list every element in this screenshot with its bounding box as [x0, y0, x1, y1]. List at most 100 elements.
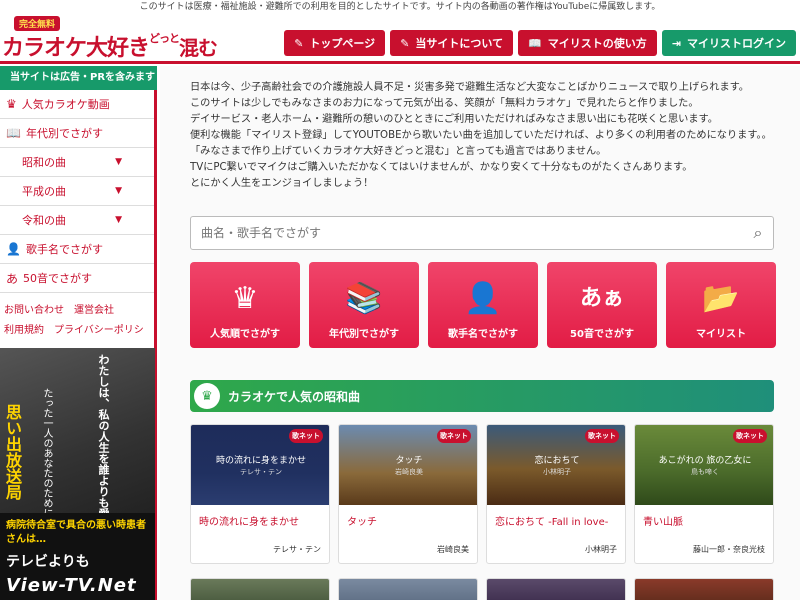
sidebar-item-by-artist[interactable]: 👤 歌手名でさがす	[0, 235, 154, 264]
category-label: 50音でさがす	[570, 329, 634, 340]
category-label: 年代別でさがす	[329, 329, 399, 340]
video-thumbnail[interactable]	[190, 578, 330, 600]
video-thumbnail[interactable]	[486, 578, 626, 600]
book-icon: 📖	[528, 36, 542, 50]
chevron-down-icon: ▼	[115, 157, 122, 167]
intro-line: 便利な機能「マイリスト登録」してYOUTOBEから歌いたい曲を追加していただけれ…	[190, 130, 772, 141]
nav-label: トップページ	[309, 37, 376, 50]
video-thumbnail[interactable]: 歌ネット あこがれの 旅の乙女に 鳥も啼く	[635, 425, 773, 505]
intro-line: 「みなさまで作り上げていくカラオケ大好きどっと混む」と言っても過言ではありません…	[190, 146, 607, 157]
song-title[interactable]: 青い山脈	[643, 513, 683, 528]
video-thumbnail[interactable]	[338, 578, 478, 600]
nav-mylist-howto-button[interactable]: 📖 マイリストの使い方	[518, 30, 657, 56]
sidebar-item-label: 歌手名でさがす	[25, 243, 103, 256]
intro-line: デイサービス・老人ホーム・避難所の憩いのひとときにご利用いただければみなさま思い…	[190, 114, 718, 125]
sidebar-item-by-kana[interactable]: あ 50音でさがす	[0, 264, 154, 293]
chevron-down-icon: ▼	[115, 186, 122, 196]
search-box: ⌕	[190, 216, 774, 250]
sidebar-item-heisei[interactable]: 平成の曲 ▼	[0, 177, 154, 206]
search-icon[interactable]: ⌕	[743, 223, 773, 243]
sidebar-item-showa[interactable]: 昭和の曲 ▼	[0, 148, 154, 177]
company-link[interactable]: 運営会社	[74, 305, 114, 316]
category-mylist-button[interactable]: 📂 マイリスト	[666, 262, 776, 348]
sidebar-item-label: 令和の曲	[22, 214, 66, 227]
category-popular-button[interactable]: ♛ 人気順でさがす	[190, 262, 300, 348]
video-thumbnail[interactable]	[634, 578, 774, 600]
section-title: カラオケで人気の昭和曲	[228, 389, 361, 404]
sidebar-item-label: 年代別でさがす	[25, 127, 103, 140]
pen-icon: ✎	[294, 36, 304, 50]
song-title[interactable]: 時の流れに身をまかせ	[199, 513, 299, 528]
thumb-caption: 恋におちて	[534, 456, 580, 466]
crown-icon: ♛	[231, 281, 259, 316]
video-thumbnail[interactable]: 歌ネット タッチ 岩崎良美	[339, 425, 477, 505]
thumb-logo: 歌ネット	[437, 429, 471, 443]
intro-line: TVにPC繋いでマイクはご購入いただかなくてはいけませんが、かなり安くて十分なも…	[190, 162, 693, 173]
song-artist: 小林明子	[585, 545, 617, 554]
nav-mylist-login-button[interactable]: ⇥ マイリストログイン	[661, 30, 796, 56]
logo-badge: 完全無料	[14, 16, 61, 31]
header: 完全無料 カラオケ大好きどっと混む ✎ トップページ ✎ 当サイトについて 📖 マイリ…	[0, 14, 800, 64]
song-title[interactable]: 恋におちて -Fall in love-	[495, 513, 608, 528]
video-thumbnail[interactable]: 歌ネット 恋におちて 小林明子	[487, 425, 625, 505]
category-label: 人気順でさがす	[210, 329, 280, 340]
ad-disclosure: 当サイトは広告・PRを含みます	[0, 66, 157, 90]
nav-about-button[interactable]: ✎ 当サイトについて	[390, 30, 514, 56]
ad-title: 思い出放送局	[3, 404, 22, 500]
category-era-button[interactable]: 📚 年代別でさがす	[309, 262, 419, 348]
kana-icon: あ	[6, 271, 19, 286]
song-card[interactable]: 歌ネット 恋におちて 小林明子 恋におちて -Fall in love- 小林明…	[486, 424, 626, 564]
song-title[interactable]: タッチ	[347, 513, 377, 528]
terms-link[interactable]: 利用規約	[4, 325, 44, 336]
song-artist: 岩崎良美	[437, 545, 469, 554]
category-kana-button[interactable]: あぁ 50音でさがす	[547, 262, 657, 348]
category-artist-button[interactable]: 👤 歌手名でさがす	[428, 262, 538, 348]
sidebar-item-popular[interactable]: ♛ 人気カラオケ動画	[0, 90, 154, 119]
crown-icon: ♛	[6, 97, 17, 111]
song-card[interactable]: 歌ネット 時の流れに身をまかせ テレサ・テン 時の流れに身をまかせ テレサ・テン	[190, 424, 330, 564]
song-cards: 歌ネット 時の流れに身をまかせ テレサ・テン 時の流れに身をまかせ テレサ・テン…	[190, 424, 774, 564]
ad-headline: テレビよりも	[6, 554, 90, 570]
top-nav: ✎ トップページ ✎ 当サイトについて 📖 マイリストの使い方 ⇥ マイリストログイン	[284, 30, 796, 56]
site-notice: このサイトは医療・福祉施設・避難所での利用を目的としたサイトです。サイト内の各動…	[139, 2, 661, 12]
song-cards-next-row	[190, 578, 774, 600]
intro-line: このサイトは少しでもみなさまのお力になって元気が出る、笑顔が「無料カラオケ」で見…	[190, 98, 699, 109]
thumb-caption: タッチ	[395, 456, 423, 466]
song-card[interactable]: 歌ネット タッチ 岩崎良美 タッチ 岩崎良美	[338, 424, 478, 564]
chevron-down-icon: ▼	[115, 215, 122, 225]
thumb-caption: あこがれの 旅の乙女に	[658, 456, 752, 466]
thumb-logo: 歌ネット	[289, 429, 323, 443]
site-logo[interactable]: 完全無料 カラオケ大好きどっと混む	[2, 16, 218, 61]
person-icon: 👤	[6, 242, 21, 256]
logo-text: カラオケ大好きどっと混む	[2, 30, 218, 62]
kana-icon: あぁ	[579, 286, 624, 311]
song-artist: 藤山一郎・奈良光枝	[693, 545, 765, 554]
search-input[interactable]	[191, 218, 743, 248]
sidebar: 当サイトは広告・PRを含みます ♛ 人気カラオケ動画 📖 年代別でさがす 昭和の曲 ▼…	[0, 66, 157, 600]
sidebar-item-label: 昭和の曲	[22, 156, 66, 169]
intro-line: とにかく人生をエンジョイしましょう！	[190, 178, 374, 189]
contact-link[interactable]: お問い合わせ	[4, 305, 64, 316]
nav-label: 当サイトについて	[415, 37, 504, 50]
category-label: 歌手名でさがす	[448, 329, 518, 340]
ad-bottom: 病院待合室で具合の悪い時患者さんは… テレビよりも View-TV.Net	[0, 513, 155, 600]
logo-sub-text: どっと	[149, 32, 180, 45]
sidebar-ad-banner[interactable]: わたしは、私の人生を誰よりも愛している たった一人のあなたのために 思い出放送局…	[0, 348, 155, 600]
song-card[interactable]: 歌ネット あこがれの 旅の乙女に 鳥も啼く 青い山脈 藤山一郎・奈良光枝	[634, 424, 774, 564]
thumb-subcaption: 岩崎良美	[395, 468, 423, 476]
login-icon: ⇥	[671, 36, 681, 50]
pen-icon: ✎	[400, 36, 410, 50]
crown-icon: ♛	[194, 383, 220, 409]
books-icon: 📚	[345, 281, 383, 316]
logo-sub2-text: 混む	[179, 36, 218, 60]
folder-icon: 📂	[702, 281, 740, 316]
video-thumbnail[interactable]: 歌ネット 時の流れに身をまかせ テレサ・テン	[191, 425, 329, 505]
sidebar-item-reiwa[interactable]: 令和の曲 ▼	[0, 206, 154, 235]
book-icon: 📖	[6, 126, 21, 140]
sidebar-item-by-era[interactable]: 📖 年代別でさがす	[0, 119, 154, 148]
nav-top-page-button[interactable]: ✎ トップページ	[284, 30, 386, 56]
thumb-subcaption: テレサ・テン	[240, 468, 282, 476]
sidebar-item-label: 50音でさがす	[23, 272, 93, 285]
song-artist: テレサ・テン	[273, 545, 321, 554]
thumb-subcaption: 小林明子	[543, 468, 571, 476]
